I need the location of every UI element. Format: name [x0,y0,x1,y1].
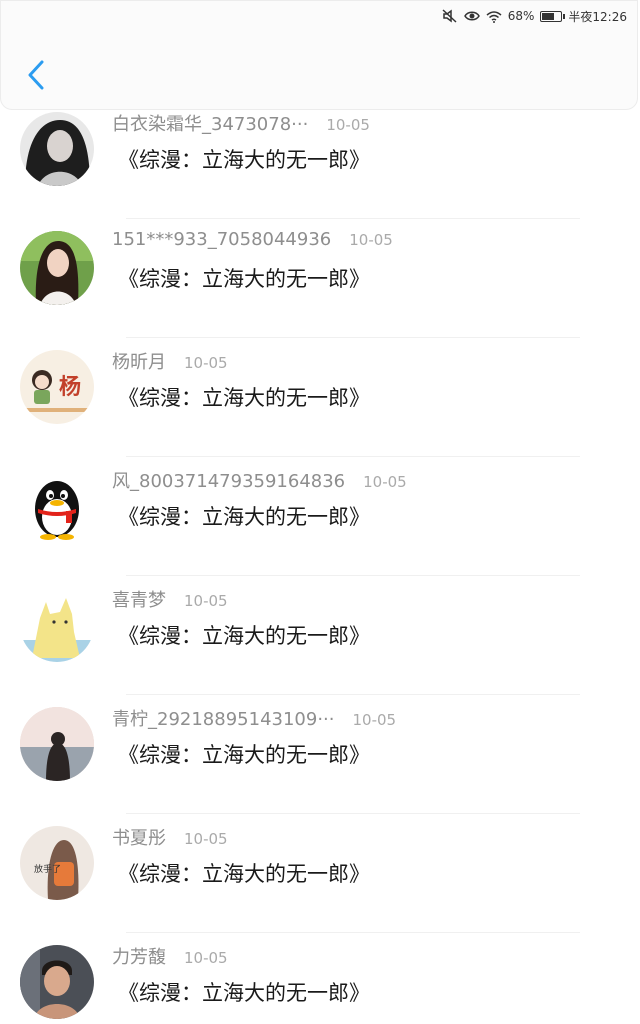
comment-text: 《综漫：立海大的无一郎》 [118,981,370,1005]
avatar[interactable] [20,469,94,543]
nickname[interactable]: 151***933_7058044936 [112,229,331,250]
alpaca-avatar [20,588,94,662]
comment-text: 《综漫：立海大的无一郎》 [118,862,370,886]
girl-dark-hair-avatar [20,112,94,186]
list-item[interactable]: 风_800371479359164836 10-05 《综漫：立海大的无一郎》 [0,457,640,576]
list-item[interactable]: 放手了 书夏彤 10-05 《综漫：立海大的无一郎》 [0,814,640,933]
comment-meta: 喜青梦 10-05 [112,586,228,612]
comment-date: 10-05 [326,116,370,134]
list-item[interactable]: 青柠_29218895143109··· 10-05 《综漫：立海大的无一郎》 [0,695,640,814]
list-item[interactable]: 力芳馥 10-05 《综漫：立海大的无一郎》 [0,933,640,1024]
comment-text: 《综漫：立海大的无一郎》 [118,624,370,648]
battery-level: 68% [507,9,535,23]
nickname[interactable]: 力芳馥 [112,943,166,969]
cartoon-yang-avatar: 杨 [20,350,94,424]
battery-fill [542,12,555,20]
nickname[interactable]: 青柠_29218895143109··· [112,705,335,731]
avatar[interactable] [20,231,94,305]
wifi-icon [486,10,502,23]
avatar[interactable]: 杨 [20,350,94,424]
comment-date: 10-05 [184,949,228,967]
back-button[interactable] [19,57,53,97]
man-photo-avatar [20,945,94,1019]
avatar[interactable] [20,588,94,662]
comment-text: 《综漫：立海大的无一郎》 [118,267,370,291]
list-item[interactable]: 杨 杨昕月 10-05 《综漫：立海大的无一郎》 [0,338,640,457]
comment-meta: 青柠_29218895143109··· 10-05 [112,705,396,731]
comment-text: 《综漫：立海大的无一郎》 [118,505,370,529]
nickname[interactable]: 风_800371479359164836 [112,467,345,493]
svg-text:放手了: 放手了 [34,863,61,875]
eye-icon [463,10,480,22]
chevron-left-icon [27,60,45,94]
comment-meta: 白衣染霜华_3473078··· 10-05 [112,110,370,136]
list-item[interactable]: 151***933_7058044936 10-05 《综漫：立海大的无一郎》 [0,219,640,338]
svg-text:杨: 杨 [59,375,81,400]
comment-date: 10-05 [349,231,393,249]
comment-meta: 力芳馥 10-05 [112,943,228,969]
battery-icon [540,10,566,22]
clock: 半夜12:26 [568,9,627,24]
avatar[interactable] [20,112,94,186]
comment-date: 10-05 [184,592,228,610]
penguin-avatar [20,469,94,543]
comment-text: 《综漫：立海大的无一郎》 [118,148,370,172]
backpack-girl-avatar: 放手了 [20,826,94,900]
nickname[interactable]: 书夏彤 [112,824,166,850]
comment-text: 《综漫：立海大的无一郎》 [118,386,370,410]
nickname[interactable]: 白衣染霜华_3473078··· [112,110,308,136]
comment-meta: 书夏彤 10-05 [112,824,228,850]
avatar[interactable] [20,945,94,1019]
comment-text: 《综漫：立海大的无一郎》 [118,743,370,767]
top-bar: 68% 半夜12:26 [0,0,638,110]
comment-list-page: 68% 半夜12:26 白衣染霜华_3473078··· 10-05 《综漫：立… [0,0,640,1024]
comment-list: 白衣染霜华_3473078··· 10-05 《综漫：立海大的无一郎》 151*… [0,100,640,1024]
avatar[interactable]: 放手了 [20,826,94,900]
comment-date: 10-05 [363,473,407,491]
comment-meta: 151***933_7058044936 10-05 [112,229,393,250]
comment-meta: 杨昕月 10-05 [112,348,228,374]
list-item[interactable]: 喜青梦 10-05 《综漫：立海大的无一郎》 [0,576,640,695]
girl-photo-avatar [20,231,94,305]
mute-icon [442,9,458,23]
seaside-girl-avatar [20,707,94,781]
comment-date: 10-05 [352,711,397,729]
comment-meta: 风_800371479359164836 10-05 [112,467,407,493]
list-item[interactable]: 白衣染霜华_3473078··· 10-05 《综漫：立海大的无一郎》 [0,100,640,219]
status-bar: 68% 半夜12:26 [442,5,627,27]
comment-date: 10-05 [184,830,228,848]
avatar[interactable] [20,707,94,781]
nickname[interactable]: 喜青梦 [112,586,166,612]
comment-date: 10-05 [184,354,228,372]
nickname[interactable]: 杨昕月 [112,348,166,374]
